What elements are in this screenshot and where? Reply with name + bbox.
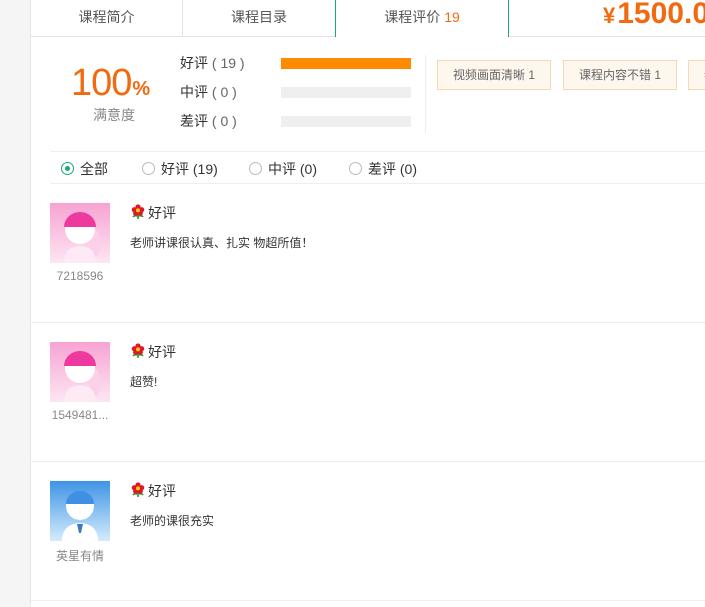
tab-catalog[interactable]: 课程目录 (183, 0, 336, 36)
rating-text: 好评 (148, 344, 176, 360)
filter-bad[interactable]: 差评 (0) (349, 159, 417, 179)
rating-bar-bad (281, 116, 411, 127)
rating-bar-good (281, 58, 411, 69)
review-tag[interactable]: 课程内容不错 1 (563, 60, 678, 90)
username: 1549481... (51, 408, 109, 422)
flower-icon (131, 482, 145, 497)
review-filter: 全部 好评 (19) 中评 (0) 差评 (0) (50, 151, 705, 184)
percent-sign: % (132, 78, 151, 100)
rating-row-neutral: 中评 ( 0 ) (180, 82, 237, 102)
review-rating: 好评 (130, 481, 176, 501)
course-panel: 课程简介 课程目录 课程评价 19 ¥1500.0 100% 满意度 好评 ( 1… (30, 0, 705, 607)
radio-icon[interactable] (249, 162, 262, 175)
tab-intro-label: 课程简介 (78, 9, 135, 25)
tab-reviews-label: 课程评价 (384, 9, 441, 25)
filter-good[interactable]: 好评 (19) (142, 159, 218, 179)
filter-label: 好评 (19) (161, 161, 218, 177)
review-rating: 好评 (130, 203, 176, 223)
rating-bar-neutral (281, 87, 411, 98)
tab-intro[interactable]: 课程简介 (31, 0, 183, 36)
review-tag[interactable]: 视频画面清晰 1 (437, 60, 552, 90)
flower-icon (131, 343, 145, 358)
satisfaction-label: 满意度 (93, 107, 135, 123)
rating-label: 中评 (180, 84, 208, 100)
review-item: 1549481... 好评 超赞! (31, 322, 705, 462)
review-tag[interactable]: 老 (688, 60, 705, 90)
rating-label: 差评 (180, 113, 208, 129)
filter-label: 差评 (0) (368, 161, 417, 177)
review-content: 老师讲课很认真、扎实 物超所值！ (130, 236, 314, 250)
price-amount: 1500.0 (617, 0, 705, 30)
rating-count: ( 0 ) (211, 113, 237, 129)
review-rating: 好评 (130, 342, 176, 362)
radio-icon[interactable] (349, 162, 362, 175)
flower-icon (131, 204, 145, 219)
percent-value: 100 (71, 62, 132, 104)
rating-bar-fill (281, 58, 411, 69)
radio-icon[interactable] (142, 162, 155, 175)
rating-row-bad: 差评 ( 0 ) (180, 111, 237, 131)
rating-text: 好评 (148, 205, 176, 221)
filter-all[interactable]: 全部 (61, 159, 108, 179)
rating-row-good: 好评 ( 19 ) (180, 53, 245, 73)
tab-reviews[interactable]: 课程评价 19 (335, 0, 509, 37)
filter-label: 全部 (80, 161, 108, 177)
review-content: 超赞! (130, 375, 158, 389)
tab-reviews-count: 19 (444, 9, 460, 25)
rating-count: ( 0 ) (211, 84, 237, 100)
user-avatar[interactable] (50, 342, 110, 402)
review-content: 老师的课很充实 (130, 514, 215, 528)
tab-catalog-label: 课程目录 (231, 9, 287, 25)
user-avatar[interactable] (50, 203, 110, 263)
username: 英星有情 (55, 549, 104, 563)
price-currency: ¥ (603, 3, 616, 28)
rating-summary: 100% 满意度 好评 ( 19 ) 中评 ( 0 ) 差评 ( 0 ) 视频画… (31, 37, 705, 151)
filter-label: 中评 (0) (268, 161, 317, 177)
filter-neutral[interactable]: 中评 (0) (249, 159, 317, 179)
radio-selected-icon[interactable] (61, 162, 74, 175)
tab-bar: 课程简介 课程目录 课程评价 19 ¥1500.0 (31, 0, 705, 37)
review-item: 7218596 好评 老师讲课很认真、扎实 物超所值！ (31, 183, 705, 323)
rating-text: 好评 (148, 483, 176, 499)
rating-label: 好评 (180, 55, 208, 71)
satisfaction-percent: 100% (71, 61, 150, 111)
username: 7218596 (56, 269, 104, 283)
user-avatar[interactable] (50, 481, 110, 541)
review-item: 英星有情 好评 老师的课很充实 (31, 461, 705, 601)
course-price: ¥1500.0 (603, 0, 705, 31)
rating-count: ( 19 ) (211, 55, 245, 71)
summary-divider (425, 55, 426, 133)
